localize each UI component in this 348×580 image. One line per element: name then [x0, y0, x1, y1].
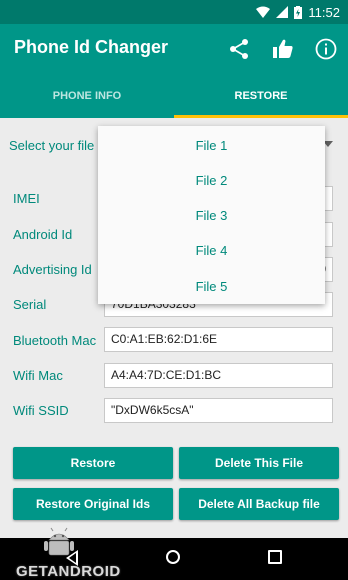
thumbs-up-icon[interactable] [270, 36, 296, 62]
status-time: 11:52 [308, 4, 340, 20]
imei-label: IMEI [13, 191, 40, 206]
file-dropdown: File 1 File 2 File 3 File 4 File 5 [98, 126, 325, 304]
dropdown-item-file-4[interactable]: File 4 [98, 233, 325, 268]
info-icon[interactable] [313, 36, 339, 62]
dropdown-item-file-3[interactable]: File 3 [98, 198, 325, 233]
share-icon[interactable] [226, 36, 252, 62]
select-file-label: Select your file : [9, 138, 102, 153]
recent-apps-icon[interactable] [268, 550, 282, 564]
android-id-label: Android Id [13, 227, 73, 242]
delete-all-backup-button[interactable]: Delete All Backup file [179, 488, 339, 520]
watermark-text: GETANDROID [16, 563, 121, 580]
restore-button[interactable]: Restore [13, 447, 173, 479]
app-bar: Phone Id Changer [0, 24, 348, 74]
watermark: GETANDROID [16, 527, 126, 580]
wifi-mac-field[interactable]: A4:A4:7D:CE:D1:BC [104, 363, 333, 388]
bluetooth-mac-field[interactable]: C0:A1:EB:62:D1:6E [104, 327, 333, 352]
tab-phone-info[interactable]: PHONE INFO [0, 74, 174, 118]
advertising-id-label: Advertising Id [13, 262, 92, 277]
app-title: Phone Id Changer [14, 37, 169, 57]
wifi-ssid-field[interactable]: "DxDW6k5csA" [104, 398, 333, 423]
dropdown-item-file-1[interactable]: File 1 [98, 128, 325, 163]
status-icons: 11:52 [256, 0, 340, 24]
restore-original-ids-button[interactable]: Restore Original Ids [13, 488, 173, 520]
bluetooth-mac-label: Bluetooth Mac [13, 333, 97, 348]
dropdown-item-file-2[interactable]: File 2 [98, 163, 325, 198]
signal-icon [276, 6, 289, 18]
android-robot-icon [44, 527, 74, 556]
status-bar: 11:52 [0, 0, 348, 24]
wifi-ssid-label: Wifi SSID [13, 403, 69, 418]
dropdown-item-file-5[interactable]: File 5 [98, 269, 325, 304]
wifi-mac-label: Wifi Mac [13, 368, 63, 383]
wifi-icon [256, 6, 271, 18]
delete-this-file-button[interactable]: Delete This File [179, 447, 339, 479]
serial-label: Serial [13, 297, 47, 312]
tab-bar: PHONE INFO RESTORE [0, 74, 348, 118]
battery-charging-icon [294, 5, 303, 19]
tab-restore[interactable]: RESTORE [174, 74, 348, 118]
home-icon[interactable] [166, 550, 180, 564]
